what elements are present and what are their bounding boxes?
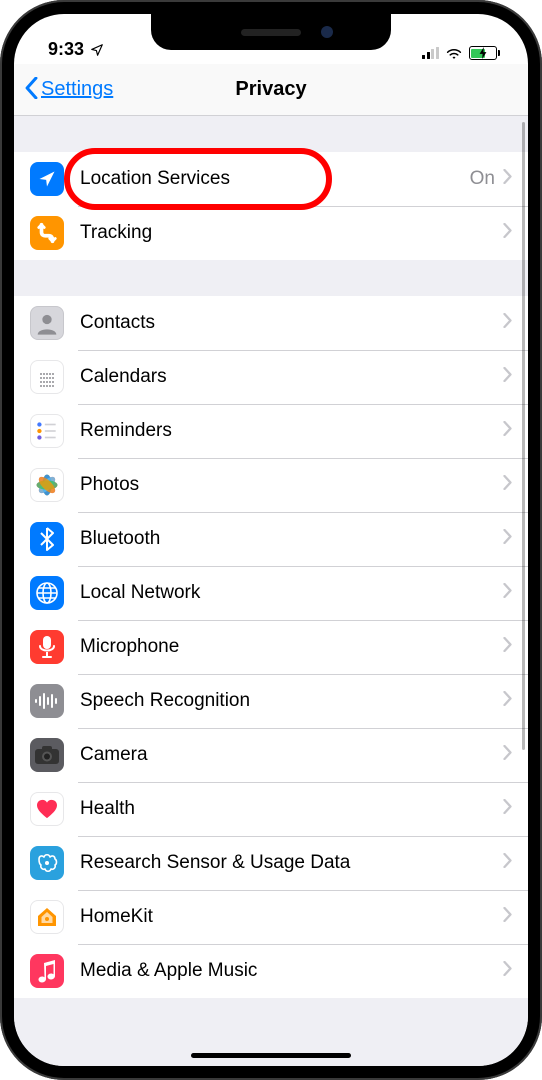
research-icon [30,846,64,880]
row-label: Camera [80,744,503,766]
tracking-icon [30,216,64,250]
chevron-right-icon [503,475,512,495]
chevron-right-icon [503,583,512,603]
settings-group: Location ServicesOn Tracking [14,152,528,260]
cellular-signal-icon [422,47,439,59]
row-health[interactable]: Health [14,782,528,836]
chevron-right-icon [503,169,512,189]
back-label: Settings [41,78,113,101]
chevron-right-icon [503,745,512,765]
row-label: HomeKit [80,906,503,928]
row-tracking[interactable]: Tracking [14,206,528,260]
row-label: Media & Apple Music [80,960,503,982]
row-homekit[interactable]: HomeKit [14,890,528,944]
row-reminders[interactable]: Reminders [14,404,528,458]
row-location-services[interactable]: Location ServicesOn [14,152,528,206]
microphone-icon [30,630,64,664]
chevron-right-icon [503,907,512,927]
chevron-right-icon [503,799,512,819]
battery-icon [469,46,501,60]
chevron-right-icon [503,961,512,981]
row-camera[interactable]: Camera [14,728,528,782]
row-label: Photos [80,474,503,496]
nav-header: Settings Privacy [14,64,528,116]
status-time: 9:33 [48,39,84,60]
location-icon [30,162,64,196]
row-label: Health [80,798,503,820]
calendar-icon [30,360,64,394]
chevron-right-icon [503,529,512,549]
home-indicator[interactable] [191,1053,351,1058]
row-label: Research Sensor & Usage Data [80,852,503,874]
row-research[interactable]: Research Sensor & Usage Data [14,836,528,890]
reminders-icon [30,414,64,448]
speech-icon [30,684,64,718]
health-icon [30,792,64,826]
phone-frame: 9:33 [0,0,542,1080]
row-label: Reminders [80,420,503,442]
music-icon [30,954,64,988]
row-label: Location Services [80,168,470,190]
row-speech-recognition[interactable]: Speech Recognition [14,674,528,728]
row-label: Bluetooth [80,528,503,550]
row-label: Calendars [80,366,503,388]
scroll-indicator[interactable] [522,122,525,750]
chevron-right-icon [503,223,512,243]
notch [151,14,391,50]
chevron-left-icon [24,75,39,105]
settings-group: Contacts Calendars Reminders Photos Bluetoot… [14,296,528,998]
network-icon [30,576,64,610]
camera-icon [30,738,64,772]
row-label: Local Network [80,582,503,604]
row-value: On [470,168,495,190]
bluetooth-icon [30,522,64,556]
chevron-right-icon [503,367,512,387]
wifi-icon [445,46,463,60]
row-contacts[interactable]: Contacts [14,296,528,350]
chevron-right-icon [503,637,512,657]
row-microphone[interactable]: Microphone [14,620,528,674]
page-title: Privacy [235,78,306,101]
row-local-network[interactable]: Local Network [14,566,528,620]
screen: 9:33 [14,14,528,1066]
row-bluetooth[interactable]: Bluetooth [14,512,528,566]
homekit-icon [30,900,64,934]
chevron-right-icon [503,691,512,711]
row-label: Microphone [80,636,503,658]
row-label: Tracking [80,222,503,244]
row-photos[interactable]: Photos [14,458,528,512]
row-media[interactable]: Media & Apple Music [14,944,528,998]
chevron-right-icon [503,853,512,873]
chevron-right-icon [503,421,512,441]
content-scroll[interactable]: Location ServicesOn Tracking Contacts Calen… [14,116,528,1066]
row-label: Speech Recognition [80,690,503,712]
photos-icon [30,468,64,502]
row-calendars[interactable]: Calendars [14,350,528,404]
row-label: Contacts [80,312,503,334]
chevron-right-icon [503,313,512,333]
back-button[interactable]: Settings [24,75,113,105]
contacts-icon [30,306,64,340]
location-active-icon [90,43,104,57]
